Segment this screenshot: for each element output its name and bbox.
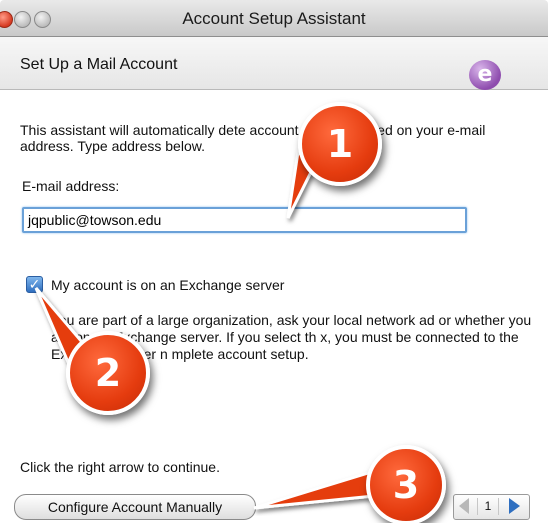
entourage-logo-icon: e — [469, 60, 501, 90]
page-title: Set Up a Mail Account — [20, 56, 178, 73]
callout-badge-3: 3 — [366, 445, 446, 523]
page-number: 1 — [477, 498, 499, 515]
page-navigator: 1 — [453, 494, 530, 520]
window-title: Account Setup Assistant — [182, 9, 366, 28]
callout-badge-1: 1 — [298, 102, 382, 186]
page-header: Set Up a Mail Account e — [0, 37, 548, 90]
exchange-server-checkbox[interactable]: ✓ — [26, 276, 43, 293]
email-field-label: E-mail address: — [22, 178, 120, 194]
title-bar: Account Setup Assistant — [0, 0, 548, 37]
callout-badge-2: 2 — [66, 331, 150, 415]
assistant-description: This assistant will automatically dete a… — [20, 122, 486, 154]
callout-3-pointer — [253, 467, 380, 510]
setup-window: Account Setup Assistant Set Up a Mail Ac… — [0, 0, 548, 523]
continue-hint: Click the right arrow to continue. — [20, 459, 220, 475]
email-field[interactable]: jqpublic@towson.edu — [22, 207, 467, 233]
next-arrow-icon[interactable] — [509, 498, 520, 514]
exchange-server-checkbox-label[interactable]: My account is on an Exchange server — [51, 277, 284, 293]
email-field-value: jqpublic@towson.edu — [28, 212, 162, 228]
previous-arrow-icon[interactable] — [459, 498, 469, 514]
configure-manually-button[interactable]: Configure Account Manually — [14, 494, 256, 520]
